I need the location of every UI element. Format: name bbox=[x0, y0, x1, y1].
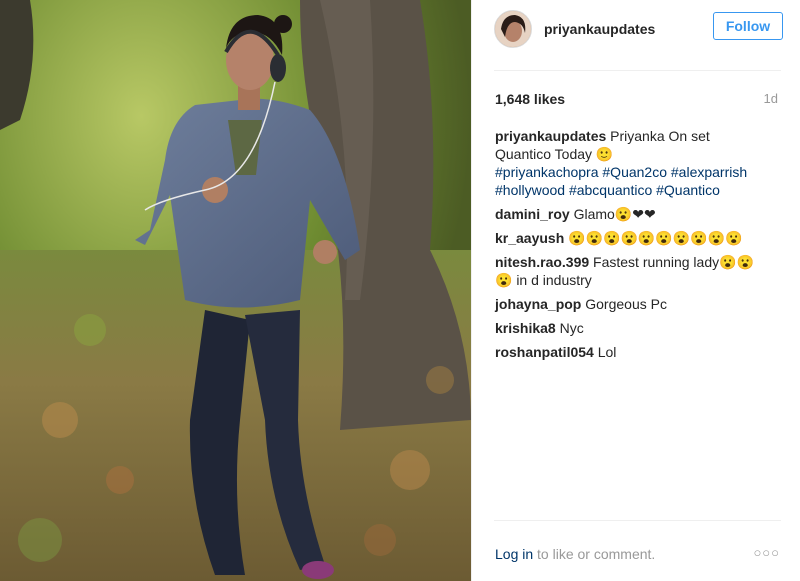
likes-count[interactable]: 1,648 likes bbox=[495, 91, 565, 107]
comment-username[interactable]: krishika8 bbox=[495, 320, 556, 336]
comment-username[interactable]: kr_aayush bbox=[495, 230, 564, 246]
post-header: priyankaupdates Follow bbox=[494, 10, 783, 52]
comment-text: Lol bbox=[597, 344, 617, 360]
follow-button[interactable]: Follow bbox=[713, 12, 783, 40]
comment-username[interactable]: damini_roy bbox=[495, 206, 570, 222]
comment-username[interactable]: roshanpatil054 bbox=[495, 344, 594, 360]
comment: kr_aayush 😮😮😮😮😮😮😮😮😮😮 bbox=[495, 229, 765, 247]
avatar[interactable] bbox=[494, 10, 532, 48]
comment-username[interactable]: nitesh.rao.399 bbox=[495, 254, 589, 270]
divider bbox=[494, 520, 781, 521]
comment-username[interactable]: johayna_pop bbox=[495, 296, 581, 312]
comment: roshanpatil054 Lol bbox=[495, 343, 765, 361]
comment-text: Gorgeous Pc bbox=[585, 296, 667, 312]
post-sidebar: priyankaupdates Follow 1,648 likes 1d pr… bbox=[471, 0, 800, 581]
profile-photo-icon bbox=[495, 11, 531, 47]
comment: johayna_pop Gorgeous Pc bbox=[495, 295, 765, 313]
caption: priyankaupdates Priyanka On set Quantico… bbox=[495, 127, 765, 199]
comment-text: Glamo😮❤❤ bbox=[573, 206, 656, 222]
comment: krishika8 Nyc bbox=[495, 319, 765, 337]
post-photo bbox=[0, 0, 471, 581]
login-prompt: Log in to like or comment. bbox=[495, 546, 655, 562]
ellipsis-icon[interactable]: ○○○ bbox=[753, 545, 780, 560]
login-link[interactable]: Log in bbox=[495, 546, 533, 562]
comment: damini_roy Glamo😮❤❤ bbox=[495, 205, 765, 223]
post-username[interactable]: priyankaupdates bbox=[544, 21, 655, 37]
post-time[interactable]: 1d bbox=[764, 91, 778, 106]
comment-text: Nyc bbox=[559, 320, 584, 336]
comments-list: priyankaupdates Priyanka On set Quantico… bbox=[495, 127, 765, 367]
divider bbox=[494, 70, 781, 71]
caption-username[interactable]: priyankaupdates bbox=[495, 128, 606, 144]
jogging-woman-photo bbox=[0, 0, 471, 581]
instagram-post: priyankaupdates Follow 1,648 likes 1d pr… bbox=[0, 0, 800, 581]
comment-text: 😮😮😮😮😮😮😮😮😮😮 bbox=[568, 230, 743, 246]
comment: nitesh.rao.399 Fastest running lady😮😮😮 i… bbox=[495, 253, 765, 289]
caption-hashtags[interactable]: #priyankachopra #Quan2co #alexparrish #h… bbox=[495, 163, 765, 199]
login-suffix: to like or comment. bbox=[533, 546, 656, 562]
